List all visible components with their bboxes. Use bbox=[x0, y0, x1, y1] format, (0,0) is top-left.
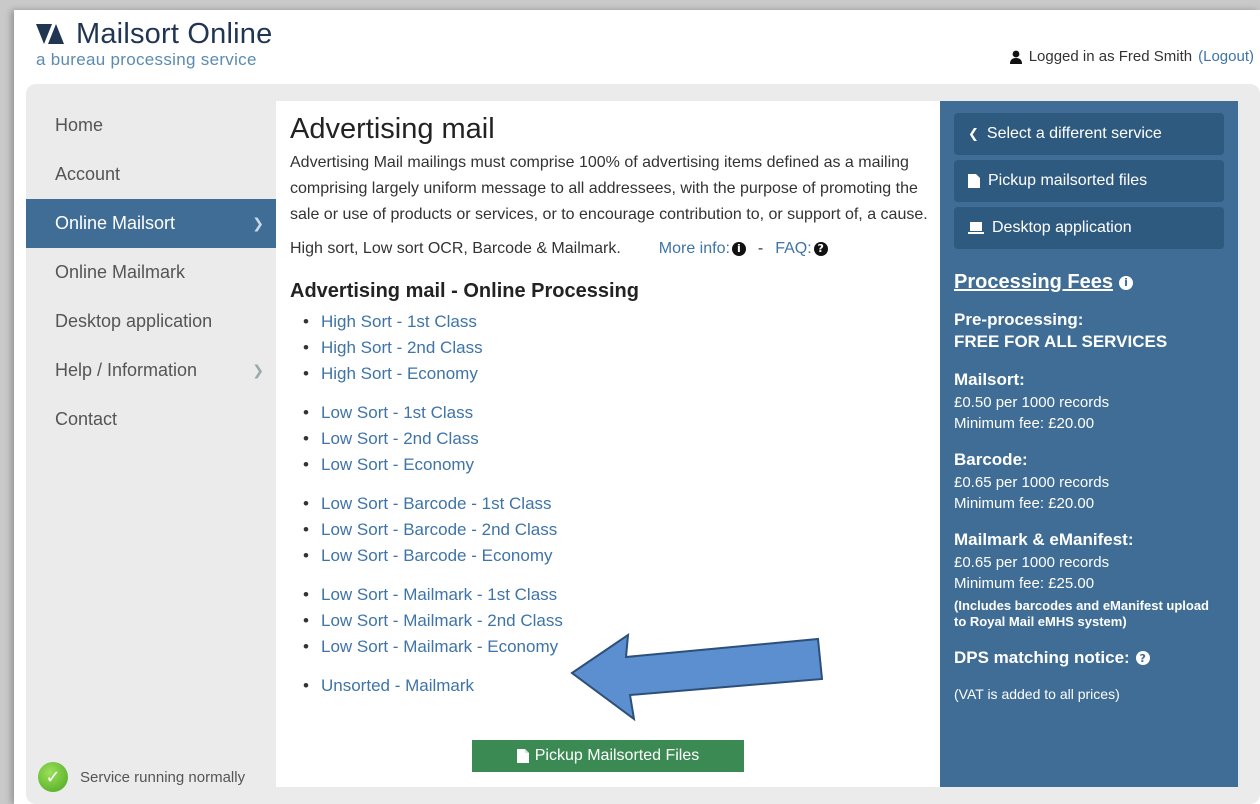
question-icon: ? bbox=[813, 241, 828, 256]
sidebar-item-label: Contact bbox=[55, 409, 118, 429]
mailsort-min: Minimum fee: £20.00 bbox=[954, 415, 1095, 432]
service-link[interactable]: High Sort - 2nd Class bbox=[321, 338, 483, 357]
info-icon: i bbox=[1118, 275, 1133, 290]
mailsort-rate: £0.50 per 1000 records bbox=[954, 394, 1110, 411]
dps-matching-notice[interactable]: DPS matching notice: ? bbox=[954, 648, 1224, 668]
mailmark-note: (Includes barcodes and eManifest upload … bbox=[954, 598, 1209, 629]
sidebar-item-online-mailsort[interactable]: Online Mailsort ❯ bbox=[26, 199, 276, 248]
separator: - bbox=[757, 240, 764, 257]
sidebar-item-contact[interactable]: Contact bbox=[26, 395, 276, 444]
logo-subtitle: a bureau processing service bbox=[36, 50, 257, 69]
sidebar-item-label: Help / Information bbox=[55, 360, 198, 380]
faq-link[interactable]: FAQ:? bbox=[775, 240, 828, 258]
service-link[interactable]: Low Sort - 2nd Class bbox=[321, 429, 479, 448]
list-item: Low Sort - Barcode - 2nd Class bbox=[290, 517, 926, 543]
service-link[interactable]: Low Sort - Mailmark - Economy bbox=[321, 637, 558, 656]
list-item: Low Sort - 1st Class bbox=[290, 400, 926, 426]
logo[interactable]: Mailsort Online a bureau processing serv… bbox=[36, 18, 272, 70]
service-link[interactable]: Low Sort - Mailmark - 1st Class bbox=[321, 585, 557, 604]
service-status: ✓ Service running normally bbox=[38, 762, 245, 792]
main-content: Advertising mail Advertising Mail mailin… bbox=[276, 101, 940, 787]
service-link[interactable]: Low Sort - Barcode - 2nd Class bbox=[321, 520, 557, 539]
list-item: Low Sort - Economy bbox=[290, 452, 926, 478]
sidebar-item-label: Home bbox=[55, 115, 104, 135]
mailmark-min: Minimum fee: £25.00 bbox=[954, 575, 1095, 592]
logout-link[interactable]: (Logout) bbox=[1198, 48, 1254, 65]
check-icon: ✓ bbox=[38, 762, 68, 792]
logged-in-text: Logged in as Fred Smith bbox=[1028, 48, 1193, 65]
service-link[interactable]: Low Sort - Economy bbox=[321, 455, 474, 474]
file-icon bbox=[516, 749, 529, 763]
sidebar-item-online-mailmark[interactable]: Online Mailmark bbox=[26, 248, 276, 297]
login-status: Logged in as Fred Smith (Logout) bbox=[1009, 48, 1254, 65]
preprocessing-label: Pre-processing: bbox=[954, 310, 1084, 329]
desktop-application-button[interactable]: Desktop application bbox=[954, 207, 1224, 249]
laptop-icon bbox=[968, 222, 984, 234]
sidebar: Home Account Online Mailsort ❯ Online Ma… bbox=[26, 101, 276, 444]
barcode-rate: £0.65 per 1000 records bbox=[954, 474, 1110, 491]
vat-note: (VAT is added to all prices) bbox=[954, 686, 1120, 702]
sidebar-item-label: Desktop application bbox=[55, 311, 213, 331]
list-item: High Sort - 1st Class bbox=[290, 309, 926, 335]
sidebar-item-home[interactable]: Home bbox=[26, 101, 276, 150]
preprocessing-value: FREE FOR ALL SERVICES bbox=[954, 332, 1168, 351]
mailsort-label: Mailsort: bbox=[954, 370, 1025, 389]
page-title: Advertising mail bbox=[290, 113, 495, 145]
right-panel: ❮ Select a different service Pickup mail… bbox=[940, 101, 1238, 787]
pickup-mailsorted-files-button[interactable]: Pickup Mailsorted Files bbox=[472, 740, 744, 772]
service-status-text: Service running normally bbox=[80, 768, 246, 786]
sidebar-item-desktop-application[interactable]: Desktop application bbox=[26, 297, 276, 346]
page: Mailsort Online a bureau processing serv… bbox=[14, 10, 1260, 804]
service-link[interactable]: Unsorted - Mailmark bbox=[321, 676, 474, 695]
service-link[interactable]: Low Sort - Barcode - Economy bbox=[321, 546, 552, 565]
sort-types-text: High sort, Low sort OCR, Barcode & Mailm… bbox=[290, 240, 621, 257]
chevron-right-icon: ❯ bbox=[252, 215, 264, 231]
section-title: Advertising mail - Online Processing bbox=[290, 280, 639, 302]
question-icon: ? bbox=[1135, 651, 1150, 665]
service-link[interactable]: Low Sort - Mailmark - 2nd Class bbox=[321, 611, 563, 630]
chevron-right-icon: ❯ bbox=[252, 362, 264, 378]
user-icon bbox=[1009, 50, 1022, 64]
more-info-link[interactable]: More info: i bbox=[659, 240, 746, 258]
annotation-arrow-icon bbox=[570, 632, 824, 721]
barcode-min: Minimum fee: £20.00 bbox=[954, 495, 1095, 512]
info-row: High sort, Low sort OCR, Barcode & Mailm… bbox=[290, 240, 926, 258]
list-item: Low Sort - 2nd Class bbox=[290, 426, 926, 452]
mailmark-rate: £0.65 per 1000 records bbox=[954, 554, 1110, 571]
main-frame: Home Account Online Mailsort ❯ Online Ma… bbox=[26, 84, 1260, 804]
file-icon bbox=[968, 174, 980, 188]
list-item: Low Sort - Mailmark - 1st Class bbox=[290, 582, 926, 608]
processing-fees-link[interactable]: Processing Fees i bbox=[954, 271, 1224, 294]
sidebar-item-label: Account bbox=[55, 164, 121, 184]
sidebar-item-help-information[interactable]: Help / Information ❯ bbox=[26, 346, 276, 395]
logo-triangles-icon bbox=[36, 24, 64, 44]
service-link[interactable]: Low Sort - Barcode - 1st Class bbox=[321, 494, 552, 513]
list-item: Low Sort - Barcode - 1st Class bbox=[290, 491, 926, 517]
service-link[interactable]: Low Sort - 1st Class bbox=[321, 403, 473, 422]
service-link[interactable]: High Sort - Economy bbox=[321, 364, 478, 383]
barcode-label: Barcode: bbox=[954, 450, 1028, 469]
service-link[interactable]: High Sort - 1st Class bbox=[321, 312, 477, 331]
list-item: Low Sort - Barcode - Economy bbox=[290, 543, 926, 569]
info-icon: i bbox=[731, 241, 746, 256]
mailmark-label: Mailmark & eManifest: bbox=[954, 530, 1134, 549]
sidebar-item-label: Online Mailsort bbox=[55, 213, 176, 233]
select-different-service-button[interactable]: ❮ Select a different service bbox=[954, 113, 1224, 155]
chevron-left-icon: ❮ bbox=[968, 126, 979, 141]
list-item: High Sort - Economy bbox=[290, 361, 926, 387]
service-description: Advertising Mail mailings must comprise … bbox=[290, 154, 928, 223]
sidebar-item-account[interactable]: Account bbox=[26, 150, 276, 199]
logo-title: Mailsort Online bbox=[76, 18, 273, 50]
list-item: High Sort - 2nd Class bbox=[290, 335, 926, 361]
pickup-files-button[interactable]: Pickup mailsorted files bbox=[954, 160, 1224, 202]
sidebar-item-label: Online Mailmark bbox=[55, 262, 186, 282]
